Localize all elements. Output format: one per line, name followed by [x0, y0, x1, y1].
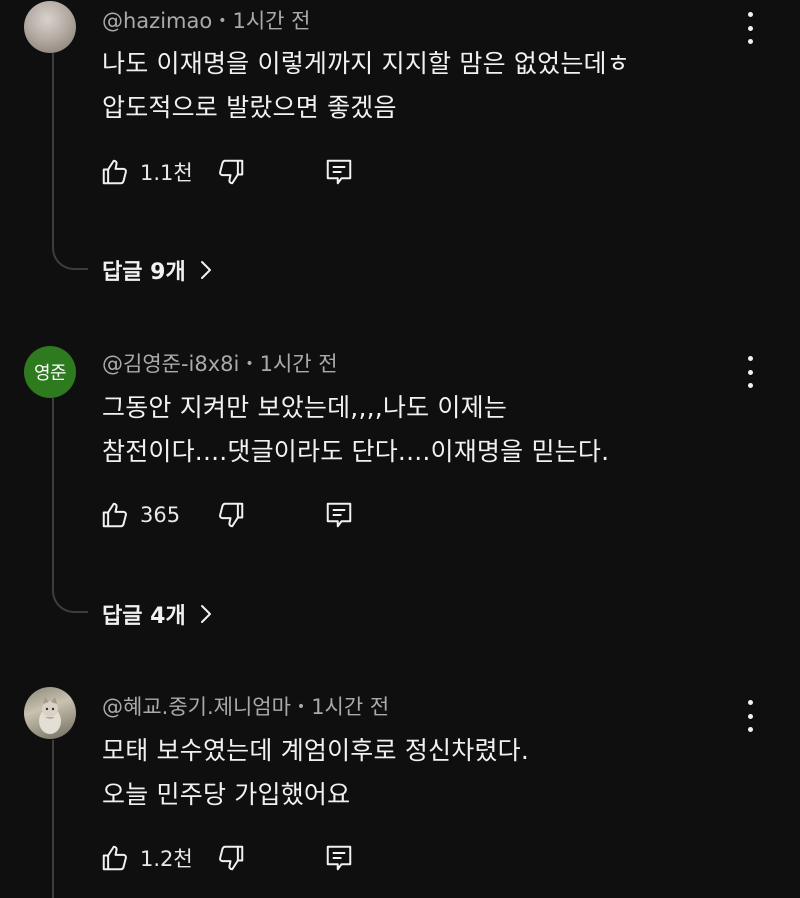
comment-meta: @혜교.중기.제니엄마 • 1시간 전 — [102, 691, 389, 721]
more-vert-icon[interactable] — [740, 700, 760, 732]
comment-time[interactable]: 1시간 전 — [311, 695, 389, 719]
avatar[interactable] — [24, 687, 76, 739]
like-count: 1.2천 — [140, 847, 193, 871]
thread-line — [52, 740, 54, 898]
comment-3: @혜교.중기.제니엄마 • 1시간 전 모태 보수였는데 계엄이후로 정신차렸다. … — [0, 0, 800, 898]
thumbs-down-icon — [219, 845, 244, 871]
comment-reply-icon — [326, 845, 352, 871]
separator-dot: • — [296, 699, 306, 715]
dislike-button[interactable] — [216, 841, 246, 875]
author-name[interactable]: @혜교.중기.제니엄마 — [102, 695, 291, 719]
reply-button[interactable] — [324, 841, 354, 875]
comment-text-line: 모태 보수였는데 계엄이후로 정신차렸다. — [102, 736, 529, 765]
comment-text-line: 오늘 민주당 가입했어요 — [102, 780, 351, 809]
cat-photo-icon — [39, 697, 61, 734]
like-button[interactable]: 1.2천 — [100, 841, 193, 875]
comment-actions: 1.2천 — [100, 841, 400, 875]
thumbs-up-icon — [102, 845, 127, 871]
